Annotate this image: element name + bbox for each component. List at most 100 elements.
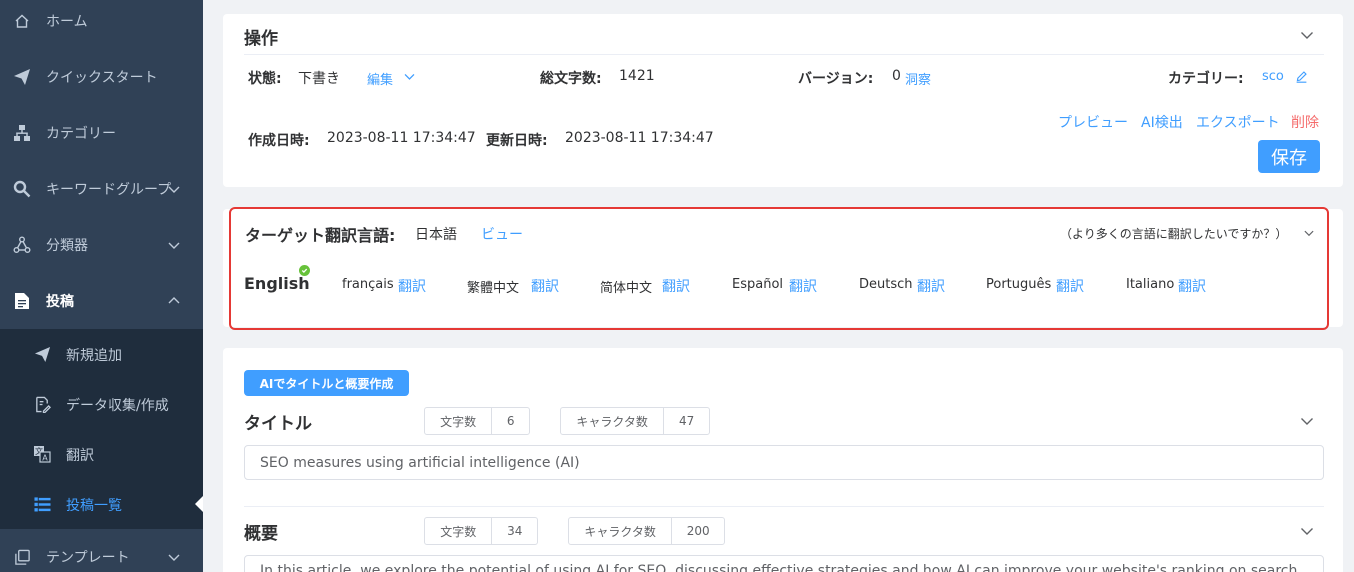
sidebar-item-label: クイックスタート <box>46 70 158 86</box>
updated-label: 更新日時: <box>486 133 548 149</box>
char-count-value: 200 <box>686 524 710 538</box>
edit-status-link[interactable]: 編集 <box>367 69 393 88</box>
title-word-count: 文字数 6 <box>424 407 530 435</box>
language-french: français <box>342 277 394 292</box>
list-icon <box>32 494 52 514</box>
operations-title: 操作 <box>244 29 278 49</box>
total-chars-label: 総文字数: <box>540 71 602 87</box>
translate-traditional-chinese-link[interactable]: 翻訳 <box>531 276 559 296</box>
chevron-down-icon <box>168 186 180 193</box>
submenu-item-label: 新規追加 <box>66 348 122 364</box>
language-traditional-chinese: 繁體中文 <box>467 281 520 296</box>
submenu-item-label: データ収集/作成 <box>66 398 169 414</box>
collapse-chevron-icon[interactable] <box>1299 413 1315 429</box>
translate-spanish-link[interactable]: 翻訳 <box>789 276 817 296</box>
search-icon <box>12 179 32 199</box>
translate-icon: 文A <box>32 444 52 464</box>
active-indicator <box>195 496 203 512</box>
sidebar-item-classifier[interactable]: 分類器 <box>0 220 203 270</box>
submenu-item-data-collection[interactable]: データ収集/作成 <box>0 379 203 429</box>
sidebar-item-label: 投稿 <box>46 294 74 310</box>
collapse-chevron-icon[interactable] <box>1299 523 1315 539</box>
language-italian: Italiano <box>1126 277 1175 292</box>
home-icon <box>12 11 32 31</box>
export-link[interactable]: エクスポート <box>1196 112 1280 132</box>
sidebar-item-label: キーワードグループ <box>46 182 172 198</box>
posts-submenu: 新規追加 データ収集/作成 文A 翻訳 投稿一覧 <box>0 329 203 529</box>
sidebar: ホーム クイックスタート カテゴリー キーワードグループ 分類器 投稿 新規追加… <box>0 0 203 572</box>
word-count-label: 文字数 <box>425 518 493 544</box>
category-label: カテゴリー: <box>1168 71 1244 87</box>
document-icon <box>12 291 32 311</box>
title-label: タイトル <box>244 414 312 434</box>
language-simplified-chinese: 简体中文 <box>600 281 653 296</box>
created-value: 2023-08-11 17:34:47 <box>327 130 476 146</box>
current-language: English <box>244 274 310 293</box>
edit-pencil-icon[interactable] <box>1295 70 1308 83</box>
chevron-down-icon <box>168 554 180 561</box>
submenu-item-label: 翻訳 <box>66 448 94 464</box>
sidebar-item-label: テンプレート <box>46 550 130 566</box>
char-count-label: キャラクタ数 <box>569 518 673 544</box>
target-language: 日本語 <box>415 227 457 243</box>
insight-link[interactable]: 洞察 <box>905 69 931 88</box>
summary-textarea[interactable]: In this article, we explore the potentia… <box>244 555 1324 572</box>
word-count-label: 文字数 <box>425 408 493 434</box>
version-value: 0 <box>892 68 901 84</box>
sidebar-item-category[interactable]: カテゴリー <box>0 108 203 158</box>
translate-italian-link[interactable]: 翻訳 <box>1178 276 1206 296</box>
sidebar-item-quickstart[interactable]: クイックスタート <box>0 52 203 102</box>
char-count-label: キャラクタ数 <box>561 408 665 434</box>
view-link[interactable]: ビュー <box>481 224 523 244</box>
ai-generate-button[interactable]: AIでタイトルと概要作成 <box>244 370 409 396</box>
chevron-up-icon <box>168 297 180 304</box>
summary-char-count: キャラクタ数 200 <box>568 517 725 545</box>
language-german: Deutsch <box>859 277 913 292</box>
check-icon <box>299 265 310 276</box>
translate-simplified-chinese-link[interactable]: 翻訳 <box>662 276 690 296</box>
summary-word-count: 文字数 34 <box>424 517 538 545</box>
sitemap-icon <box>12 123 32 143</box>
collapse-chevron-icon[interactable] <box>1299 27 1315 43</box>
sidebar-item-posts[interactable]: 投稿 <box>0 276 203 326</box>
total-chars-value: 1421 <box>619 68 655 84</box>
status-label: 状態: <box>248 71 282 87</box>
submenu-item-post-list[interactable]: 投稿一覧 <box>0 479 203 529</box>
chevron-down-icon <box>168 242 180 249</box>
status-value: 下書き <box>298 71 340 87</box>
sidebar-item-label: 分類器 <box>46 238 88 254</box>
paper-plane-icon <box>12 67 32 87</box>
more-languages-link[interactable]: （より多くの言語に翻訳したいですか？） <box>1060 225 1287 242</box>
svg-text:A: A <box>42 454 48 463</box>
translate-portuguese-link[interactable]: 翻訳 <box>1056 276 1084 296</box>
paper-plane-icon <box>32 344 52 364</box>
submenu-item-label: 投稿一覧 <box>66 498 122 514</box>
nodes-icon <box>12 235 32 255</box>
char-count-value: 47 <box>679 414 695 428</box>
language-portuguese: Português <box>986 277 1052 292</box>
title-char-count: キャラクタ数 47 <box>560 407 710 435</box>
chevron-down-icon[interactable] <box>1303 227 1315 239</box>
word-count-value: 6 <box>506 414 515 428</box>
translate-german-link[interactable]: 翻訳 <box>917 276 945 296</box>
submenu-item-translate[interactable]: 文A 翻訳 <box>0 429 203 479</box>
ai-detect-link[interactable]: AI検出 <box>1141 112 1183 132</box>
created-label: 作成日時: <box>248 133 310 149</box>
chevron-down-icon[interactable] <box>403 70 416 83</box>
sidebar-item-keyword-group[interactable]: キーワードグループ <box>0 164 203 214</box>
save-button[interactable]: 保存 <box>1258 140 1320 173</box>
updated-value: 2023-08-11 17:34:47 <box>565 130 714 146</box>
version-label: バージョン: <box>798 71 874 87</box>
sidebar-item-home[interactable]: ホーム <box>0 0 203 46</box>
title-input[interactable]: SEO measures using artificial intelligen… <box>244 445 1324 480</box>
translate-french-link[interactable]: 翻訳 <box>398 276 426 296</box>
divider <box>244 54 1324 55</box>
sidebar-item-label: カテゴリー <box>46 126 116 142</box>
operations-card <box>223 14 1343 187</box>
category-value-link[interactable]: sco <box>1262 69 1284 84</box>
delete-link[interactable]: 削除 <box>1291 112 1319 132</box>
word-count-value: 34 <box>507 524 523 538</box>
sidebar-item-template[interactable]: テンプレート <box>0 532 203 572</box>
submenu-item-new[interactable]: 新規追加 <box>0 329 203 379</box>
preview-link[interactable]: プレビュー <box>1058 112 1128 132</box>
